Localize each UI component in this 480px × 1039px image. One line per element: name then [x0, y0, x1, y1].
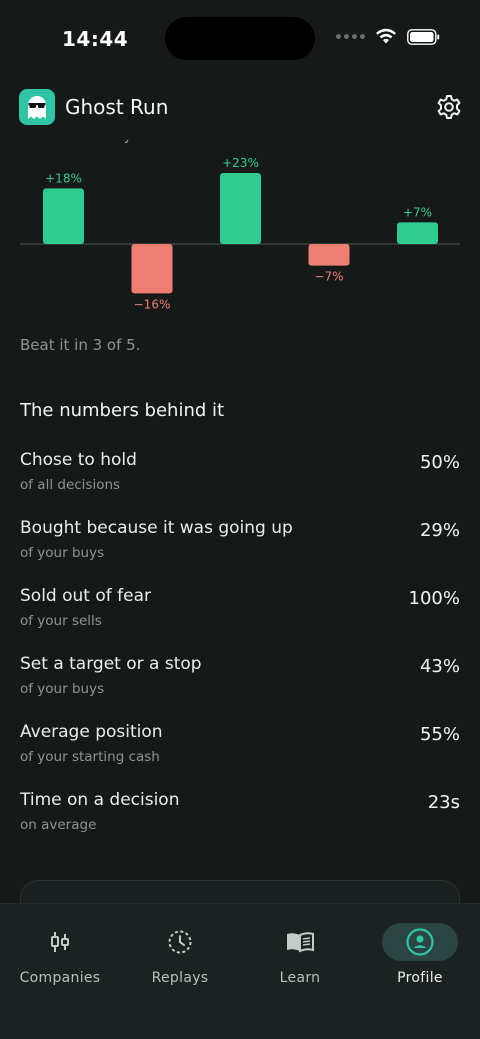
stat-label: Chose to hold — [20, 450, 137, 470]
active-tab-indicator — [382, 923, 458, 961]
stat-label: Set a target or a stop — [20, 654, 202, 674]
tab-label: Profile — [397, 970, 443, 986]
chart-data-label-5: +7% — [403, 205, 432, 219]
stat-value: 50% — [419, 452, 460, 473]
cellular-icon — [336, 34, 365, 39]
stat-value: 55% — [419, 724, 460, 745]
chart-data-label-4: −7% — [314, 270, 343, 284]
stat-row-hold: Chose to hold of all decisions 50% — [20, 448, 460, 516]
status-time: 14:44 — [62, 27, 129, 51]
app-title: Ghost Run — [65, 95, 169, 119]
returns-bar-chart: +18% −16% +23% −7% +7% — [20, 156, 460, 311]
wifi-icon — [376, 28, 396, 44]
clock-icon — [168, 930, 192, 954]
stat-label: Time on a decision — [20, 790, 180, 810]
stat-label: Sold out of fear — [20, 586, 151, 606]
chart-bar-5 — [397, 222, 438, 244]
chart-data-label-2: −16% — [134, 297, 171, 311]
beat-summary: Beat it in 3 of 5. — [20, 336, 141, 354]
stat-row-avg-position: Average position of your starting cash 5… — [20, 720, 460, 788]
settings-button[interactable] — [435, 93, 463, 121]
section-title: The numbers behind it — [20, 400, 225, 421]
battery-icon — [407, 28, 440, 45]
tab-companies[interactable]: Companies — [5, 922, 115, 992]
stat-row-momentum-buys: Bought because it was going up of your b… — [20, 516, 460, 584]
chart-bar-1 — [43, 188, 84, 244]
stat-value: 23s — [427, 792, 460, 813]
stat-label: Bought because it was going up — [20, 518, 293, 538]
tab-bar: Companies Replays Learn Profile — [0, 903, 480, 1039]
stats-list: Chose to hold of all decisions 50% Bough… — [20, 448, 460, 856]
stat-sublabel: of all decisions — [20, 477, 121, 493]
tab-replays[interactable]: Replays — [125, 922, 235, 992]
stat-sublabel: of your sells — [20, 613, 102, 629]
tab-label: Learn — [279, 970, 321, 986]
status-bar: 14:44 — [0, 0, 480, 78]
stat-row-decision-time: Time on a decision on average 23s — [20, 788, 460, 856]
stat-value: 43% — [419, 656, 460, 677]
app-header: Ghost Run — [0, 78, 480, 140]
candlestick-icon — [51, 932, 69, 952]
stat-value: 29% — [419, 520, 460, 541]
status-icons — [336, 28, 440, 45]
tab-profile[interactable]: Profile — [365, 922, 475, 992]
stat-sublabel: of your starting cash — [20, 749, 160, 765]
tab-label: Replays — [151, 970, 209, 986]
ghost-logo-icon — [19, 89, 55, 125]
chart-bar-4 — [308, 244, 350, 266]
stat-sublabel: of your buys — [20, 681, 105, 697]
book-icon — [287, 932, 314, 953]
dynamic-island — [165, 17, 315, 60]
profile-icon — [406, 928, 434, 956]
chart-bar-2 — [131, 244, 173, 294]
tab-label: Companies — [19, 970, 101, 986]
stat-label: Average position — [20, 722, 163, 742]
tab-learn[interactable]: Learn — [245, 922, 355, 992]
chart-bar-3 — [220, 173, 261, 244]
chart-data-label-3: +23% — [222, 156, 259, 170]
stat-sublabel: on average — [20, 817, 97, 833]
stat-value: 100% — [408, 588, 460, 609]
stat-sublabel: of your buys — [20, 545, 105, 561]
stat-row-target-stop: Set a target or a stop of your buys 43% — [20, 652, 460, 720]
stat-row-fear-sells: Sold out of fear of your sells 100% — [20, 584, 460, 652]
returns-chart: +18% −16% +23% −7% +7% — [0, 140, 480, 320]
chart-data-label-1: +18% — [45, 171, 82, 185]
gear-icon — [437, 95, 461, 119]
